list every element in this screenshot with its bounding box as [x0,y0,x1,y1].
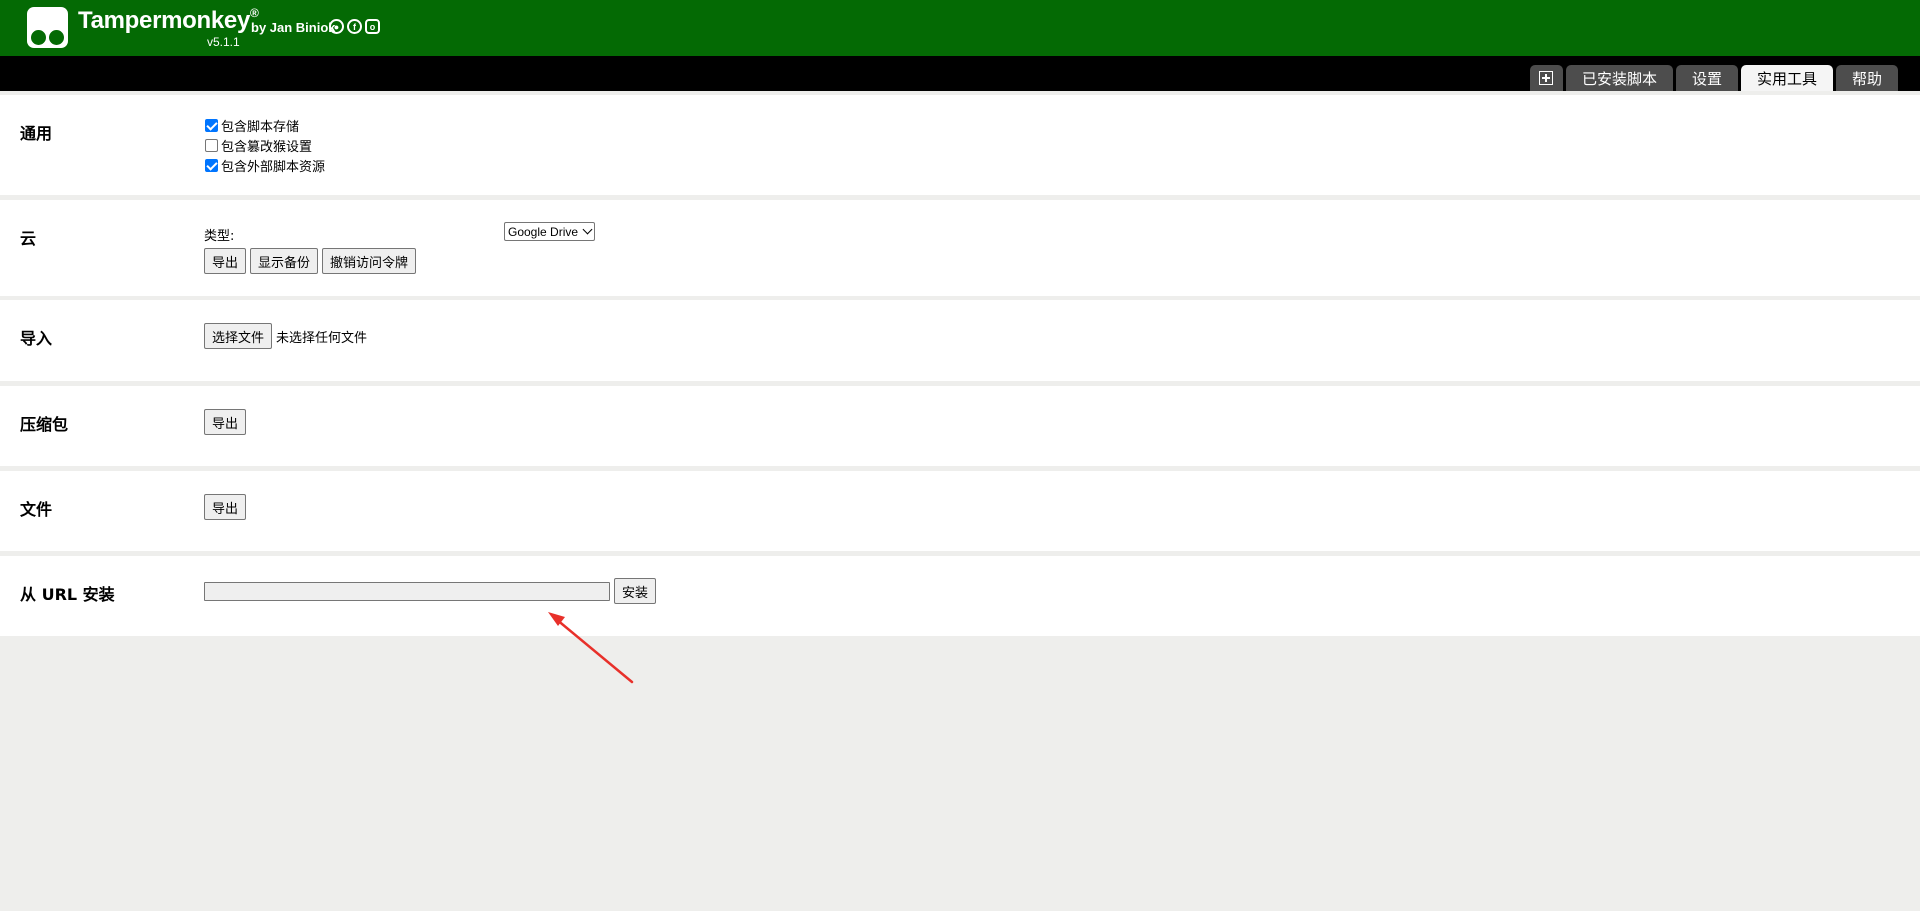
version-label: v5.1.1 [207,35,240,49]
author-byline: by Jan Biniok [251,20,336,35]
section-title: 云 [20,229,37,248]
plus-box-icon [1539,71,1554,85]
install-button[interactable]: 安装 [614,578,657,604]
app-name: Tampermonkey® [78,6,259,34]
show-backups-button[interactable]: 显示备份 [250,248,319,274]
file-export-button[interactable]: 导出 [204,494,247,520]
tab-installed-scripts[interactable]: 已安装脚本 [1565,65,1673,91]
tampermonkey-logo-icon [27,7,68,48]
checkbox-label: 包含外部脚本资源 [221,159,326,175]
section-file: 文件 导出 [0,471,1920,551]
section-title: 通用 [20,124,53,143]
section-title: 从 URL 安装 [20,585,115,604]
facebook-icon[interactable]: f [347,19,362,34]
section-import: 导入 选择文件 未选择任何文件 [0,300,1920,381]
include-tm-settings-checkbox[interactable] [205,138,218,152]
section-zip: 压缩包 导出 [0,386,1920,466]
checkbox-label: 包含篡改猴设置 [221,139,313,155]
zip-export-button[interactable]: 导出 [204,409,247,435]
cloud-type-select[interactable]: Google Drive [504,222,596,241]
chevron-down-icon [582,224,593,235]
social-links: ● f o [329,19,380,34]
section-title: 压缩包 [20,415,69,434]
tab-utilities[interactable]: 实用工具 [1740,65,1833,91]
section-url-install: 从 URL 安装 安装 [0,556,1920,636]
cloud-type-label: 类型: [204,229,235,244]
github-icon[interactable]: ● [329,19,344,34]
instagram-icon[interactable]: o [365,19,380,34]
tab-new-script[interactable] [1529,65,1563,91]
include-script-storage-checkbox[interactable] [205,118,218,132]
revoke-token-button[interactable]: 撤销访问令牌 [322,248,417,274]
section-title: 导入 [20,329,53,348]
url-input[interactable] [204,581,610,601]
tab-bar: 已安装脚本 设置 实用工具 帮助 [0,56,1920,91]
checkbox-label: 包含脚本存储 [221,119,300,135]
section-general: 通用 包含脚本存储 包含篡改猴设置 包含外部脚本资源 [0,95,1920,195]
section-cloud: 云 类型: Google Drive 导出 显示备份 撤销访问令牌 [0,200,1920,296]
include-external-resources-checkbox[interactable] [205,158,218,172]
choose-file-button[interactable]: 选择文件 [204,323,273,349]
no-file-label: 未选择任何文件 [276,330,368,346]
section-title: 文件 [20,500,53,519]
tab-help[interactable]: 帮助 [1835,65,1898,91]
app-header: Tampermonkey® by Jan Biniok ● f o v5.1.1 [0,0,1920,56]
cloud-export-button[interactable]: 导出 [204,248,247,274]
tab-settings[interactable]: 设置 [1675,65,1738,91]
